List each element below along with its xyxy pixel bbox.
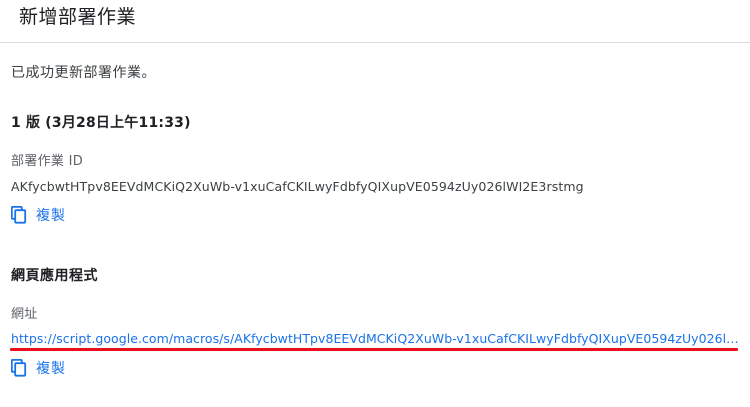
version-title: 1 版 (3月28日上午11:33) xyxy=(11,115,191,131)
copy-url-button[interactable]: 複製 xyxy=(11,357,66,379)
copy-deployment-id-button[interactable]: 複製 xyxy=(11,204,66,226)
copy-deployment-id-label: 複製 xyxy=(36,208,66,224)
url-label: 網址 xyxy=(11,307,38,322)
copy-icon xyxy=(11,206,27,224)
copy-url-label: 複製 xyxy=(36,361,66,377)
dialog-header: 新增部署作業 xyxy=(0,0,750,43)
deployment-id-label: 部署作業 ID xyxy=(11,154,84,169)
red-annotation-underline xyxy=(10,348,738,351)
deployment-id-value: AKfycbwtHTpv8EEVdMCKiQ2XuWb-v1xuCafCKILw… xyxy=(11,179,584,194)
success-message: 已成功更新部署作業。 xyxy=(11,65,156,81)
web-app-url-link[interactable]: https://script.google.com/macros/s/AKfyc… xyxy=(11,331,739,346)
dialog-title: 新增部署作業 xyxy=(19,6,137,28)
copy-icon xyxy=(11,359,27,377)
deployment-dialog: 新增部署作業 已成功更新部署作業。 1 版 (3月28日上午11:33) 部署作… xyxy=(0,0,750,407)
web-app-title: 網頁應用程式 xyxy=(11,268,98,284)
